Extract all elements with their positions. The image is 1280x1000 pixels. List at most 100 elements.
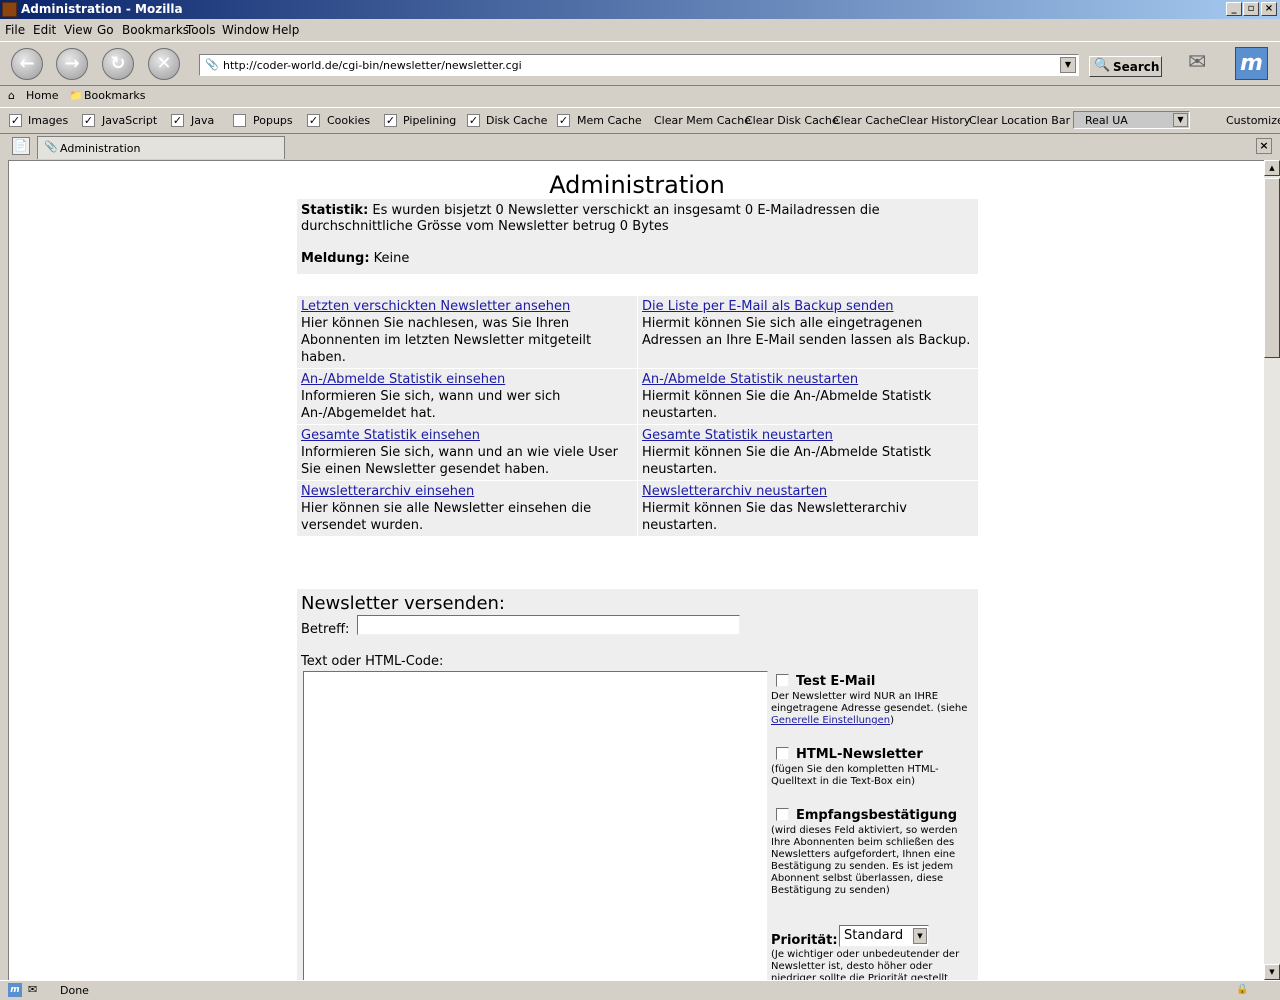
component-icon[interactable]: ✉ [28,983,37,996]
admin-links-table: Letzten verschickten Newsletter ansehen … [297,296,978,537]
search-button[interactable]: 🔍 Search [1089,56,1162,77]
new-tab-icon[interactable]: 📄 [12,137,30,155]
table-cell: Gesamte Statistik neustarten Hiermit kön… [637,425,977,480]
subject-label: Betreff: [301,622,350,637]
table-cell: Die Liste per E-Mail als Backup senden H… [637,296,977,368]
disk-cache-checkbox[interactable]: ✓ [467,114,480,127]
javascript-checkbox[interactable]: ✓ [82,114,95,127]
reset-total-stats-link[interactable]: Gesamte Statistik neustarten [642,428,833,443]
reset-subscription-stats-link[interactable]: An-/Abmelde Statistik neustarten [642,372,858,387]
mozilla-status-icon[interactable]: m [8,983,22,997]
view-archive-link[interactable]: Newsletterarchiv einsehen [301,484,474,499]
status-bar: m ✉ Done 🔒 [0,980,1280,1000]
title-bar: Administration - Mozilla _ ▫ × [0,0,1280,19]
reset-archive-link[interactable]: Newsletterarchiv neustarten [642,484,827,499]
send-backup-link[interactable]: Die Liste per E-Mail als Backup senden [642,299,894,314]
link-description: Hiermit können Sie die An-/Abmelde Stati… [642,445,932,477]
popups-label: Popups [253,114,293,127]
security-icon: 🔒 [1236,984,1249,995]
table-cell: An-/Abmelde Statistik neustarten Hiermit… [637,369,977,424]
popups-checkbox[interactable] [233,114,246,127]
user-agent-select[interactable]: Real UA ▼ [1073,111,1190,129]
customize-button[interactable]: Customize [1226,114,1280,127]
maximize-button[interactable]: ▫ [1243,2,1259,16]
mozilla-throbber-icon[interactable]: m [1235,47,1268,80]
java-checkbox[interactable]: ✓ [171,114,184,127]
mem-cache-checkbox[interactable]: ✓ [557,114,570,127]
page-content: Administration Statistik: Es wurden bisj… [8,160,1264,980]
forward-arrow-icon[interactable]: → [56,48,88,80]
cookies-label: Cookies [327,114,371,127]
navigation-toolbar: ← → ↻ ✕ 📎 http://coder-world.de/cgi-bin/… [0,41,1280,86]
menu-help[interactable]: Help [272,23,299,37]
close-window-button[interactable]: × [1261,2,1277,16]
mail-icon[interactable]: ✉ [1188,50,1218,76]
scroll-thumb[interactable] [1264,178,1280,358]
url-dropdown-icon[interactable]: ▼ [1060,57,1076,73]
test-email-checkbox[interactable] [776,674,789,687]
personal-toolbar: ⌂ Home 📁 Bookmarks [0,86,1280,107]
images-checkbox[interactable]: ✓ [9,114,22,127]
pipelining-label: Pipelining [403,114,457,127]
cookies-checkbox[interactable]: ✓ [307,114,320,127]
chevron-down-icon: ▼ [1173,113,1188,127]
menu-bookmarks[interactable]: Bookmarks [122,23,189,37]
subject-input[interactable] [357,615,740,635]
bookmarks-button[interactable]: Bookmarks [84,89,145,102]
menu-edit[interactable]: Edit [33,23,56,37]
search-icon: 🔍 [1094,58,1111,73]
reload-icon[interactable]: ↻ [102,48,134,80]
link-description: Hier können Sie nachlesen, was Sie Ihren… [301,316,592,365]
link-description: Hiermit können Sie das Newsletterarchiv … [642,501,907,533]
table-row: An-/Abmelde Statistik einsehen Informier… [297,369,978,425]
receipt-checkbox[interactable] [776,808,789,821]
menu-file[interactable]: File [5,23,25,37]
stat-label: Statistik: [301,203,369,218]
table-row: Letzten verschickten Newsletter ansehen … [297,296,978,369]
receipt-title: Empfangsbestätigung [796,808,958,823]
view-subscription-stats-link[interactable]: An-/Abmelde Statistik einsehen [301,372,505,387]
view-total-stats-link[interactable]: Gesamte Statistik einsehen [301,428,480,443]
menu-tools[interactable]: Tools [186,23,216,37]
send-section-title: Newsletter versenden: [301,593,505,614]
url-field[interactable]: 📎 http://coder-world.de/cgi-bin/newslett… [199,54,1079,76]
general-settings-link[interactable]: Generelle Einstellungen [771,715,890,726]
view-last-newsletter-link[interactable]: Letzten verschickten Newsletter ansehen [301,299,570,314]
window-title: Administration - Mozilla [21,2,183,16]
clear-disk-cache-button[interactable]: Clear Disk Cache [745,114,839,127]
clear-location-bar-button[interactable]: Clear Location Bar [969,114,1070,127]
vertical-scrollbar[interactable]: ▲ ▼ [1264,160,1280,980]
pipelining-checkbox[interactable]: ✓ [384,114,397,127]
text-label: Text oder HTML-Code: [301,654,444,669]
priority-label: Priorität: [771,933,838,948]
html-newsletter-checkbox[interactable] [776,747,789,760]
close-tab-icon[interactable]: × [1256,138,1272,154]
tab-administration[interactable]: 📎 Administration [37,136,285,159]
message-text: Keine [373,251,410,266]
stop-icon[interactable]: ✕ [148,48,180,80]
receipt-description: (wird dieses Feld aktiviert, so werden I… [771,825,958,896]
table-cell: Gesamte Statistik einsehen Informieren S… [297,425,637,480]
scroll-up-icon[interactable]: ▲ [1264,160,1280,176]
clear-cache-button[interactable]: Clear Cache [833,114,899,127]
stat-text: Es wurden bisjetzt 0 Newsletter verschic… [301,203,880,234]
table-cell: Newsletterarchiv neustarten Hiermit könn… [637,481,977,536]
table-cell: Letzten verschickten Newsletter ansehen … [297,296,637,368]
newsletter-text-area[interactable] [303,671,768,980]
home-button[interactable]: Home [26,89,58,102]
home-icon: ⌂ [8,89,15,102]
menu-go[interactable]: Go [97,23,114,37]
images-label: Images [28,114,69,127]
clear-history-button[interactable]: Clear History [899,114,970,127]
prefbar: ✓ Images ✓ JavaScript ✓ Java Popups ✓ Co… [0,107,1280,133]
menu-view[interactable]: View [64,23,92,37]
link-description: Hiermit können Sie sich alle eingetragen… [642,316,971,348]
back-arrow-icon[interactable]: ← [11,48,43,80]
menu-window[interactable]: Window [222,23,269,37]
clear-mem-cache-button[interactable]: Clear Mem Cache [654,114,751,127]
page-title: Administration [549,171,725,199]
test-email-desc-text: Der Newsletter wird NUR an IHRE eingetra… [771,691,968,714]
priority-select[interactable]: Standard ▼ [839,925,929,947]
minimize-button[interactable]: _ [1226,2,1242,16]
scroll-down-icon[interactable]: ▼ [1264,964,1280,980]
